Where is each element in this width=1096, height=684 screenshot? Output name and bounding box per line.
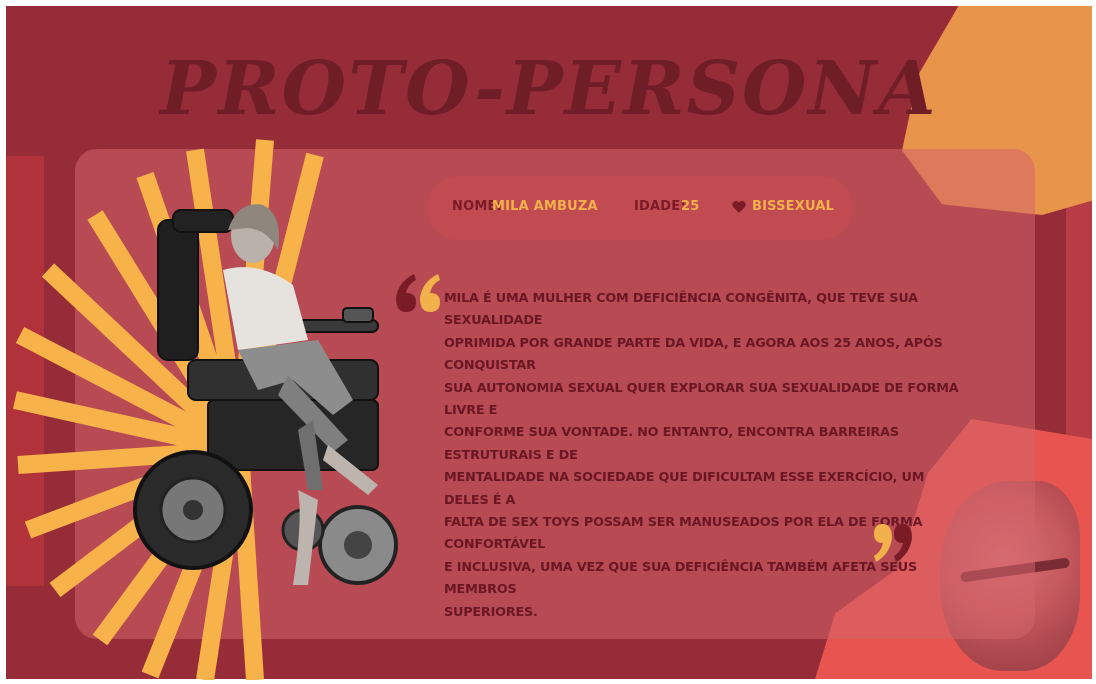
heart-icon — [732, 200, 746, 213]
name-value: MILA AMBUZA — [492, 199, 598, 214]
description-line: OPRIMIDA POR GRANDE PARTE DA VIDA, E AGO… — [444, 335, 943, 374]
description-line: FALTA DE SEX TOYS POSSAM SER MANUSEADOS … — [444, 515, 923, 553]
description-line: CONFORME SUA VONTADE. NO ENTANTO, ENCONT… — [444, 425, 899, 463]
description-line: MENTALIDADE NA SOCIEDADE QUE DIFICULTAM … — [444, 470, 925, 508]
description-line: SUA AUTONOMIA SEXUAL QUER EXPLORAR SUA S… — [444, 380, 959, 419]
persona-description: MILA É UMA MULHER COM DEFICIÊNCIA CONGÊN… — [444, 288, 964, 624]
quote-close-icon — [874, 524, 912, 562]
age-value: 25 — [681, 199, 700, 214]
description-line: SUPERIORES. — [444, 604, 538, 620]
description-line: MILA É UMA MULHER COM DEFICIÊNCIA CONGÊN… — [444, 291, 918, 329]
orientation-value: BISSEXUAL — [752, 199, 835, 214]
description-line: E INCLUSIVA, UMA VEZ QUE SUA DEFICIÊNCIA… — [444, 559, 918, 598]
age-label: IDADE: — [634, 199, 686, 214]
quote-open-icon — [396, 274, 440, 312]
persona-photo — [133, 204, 398, 585]
